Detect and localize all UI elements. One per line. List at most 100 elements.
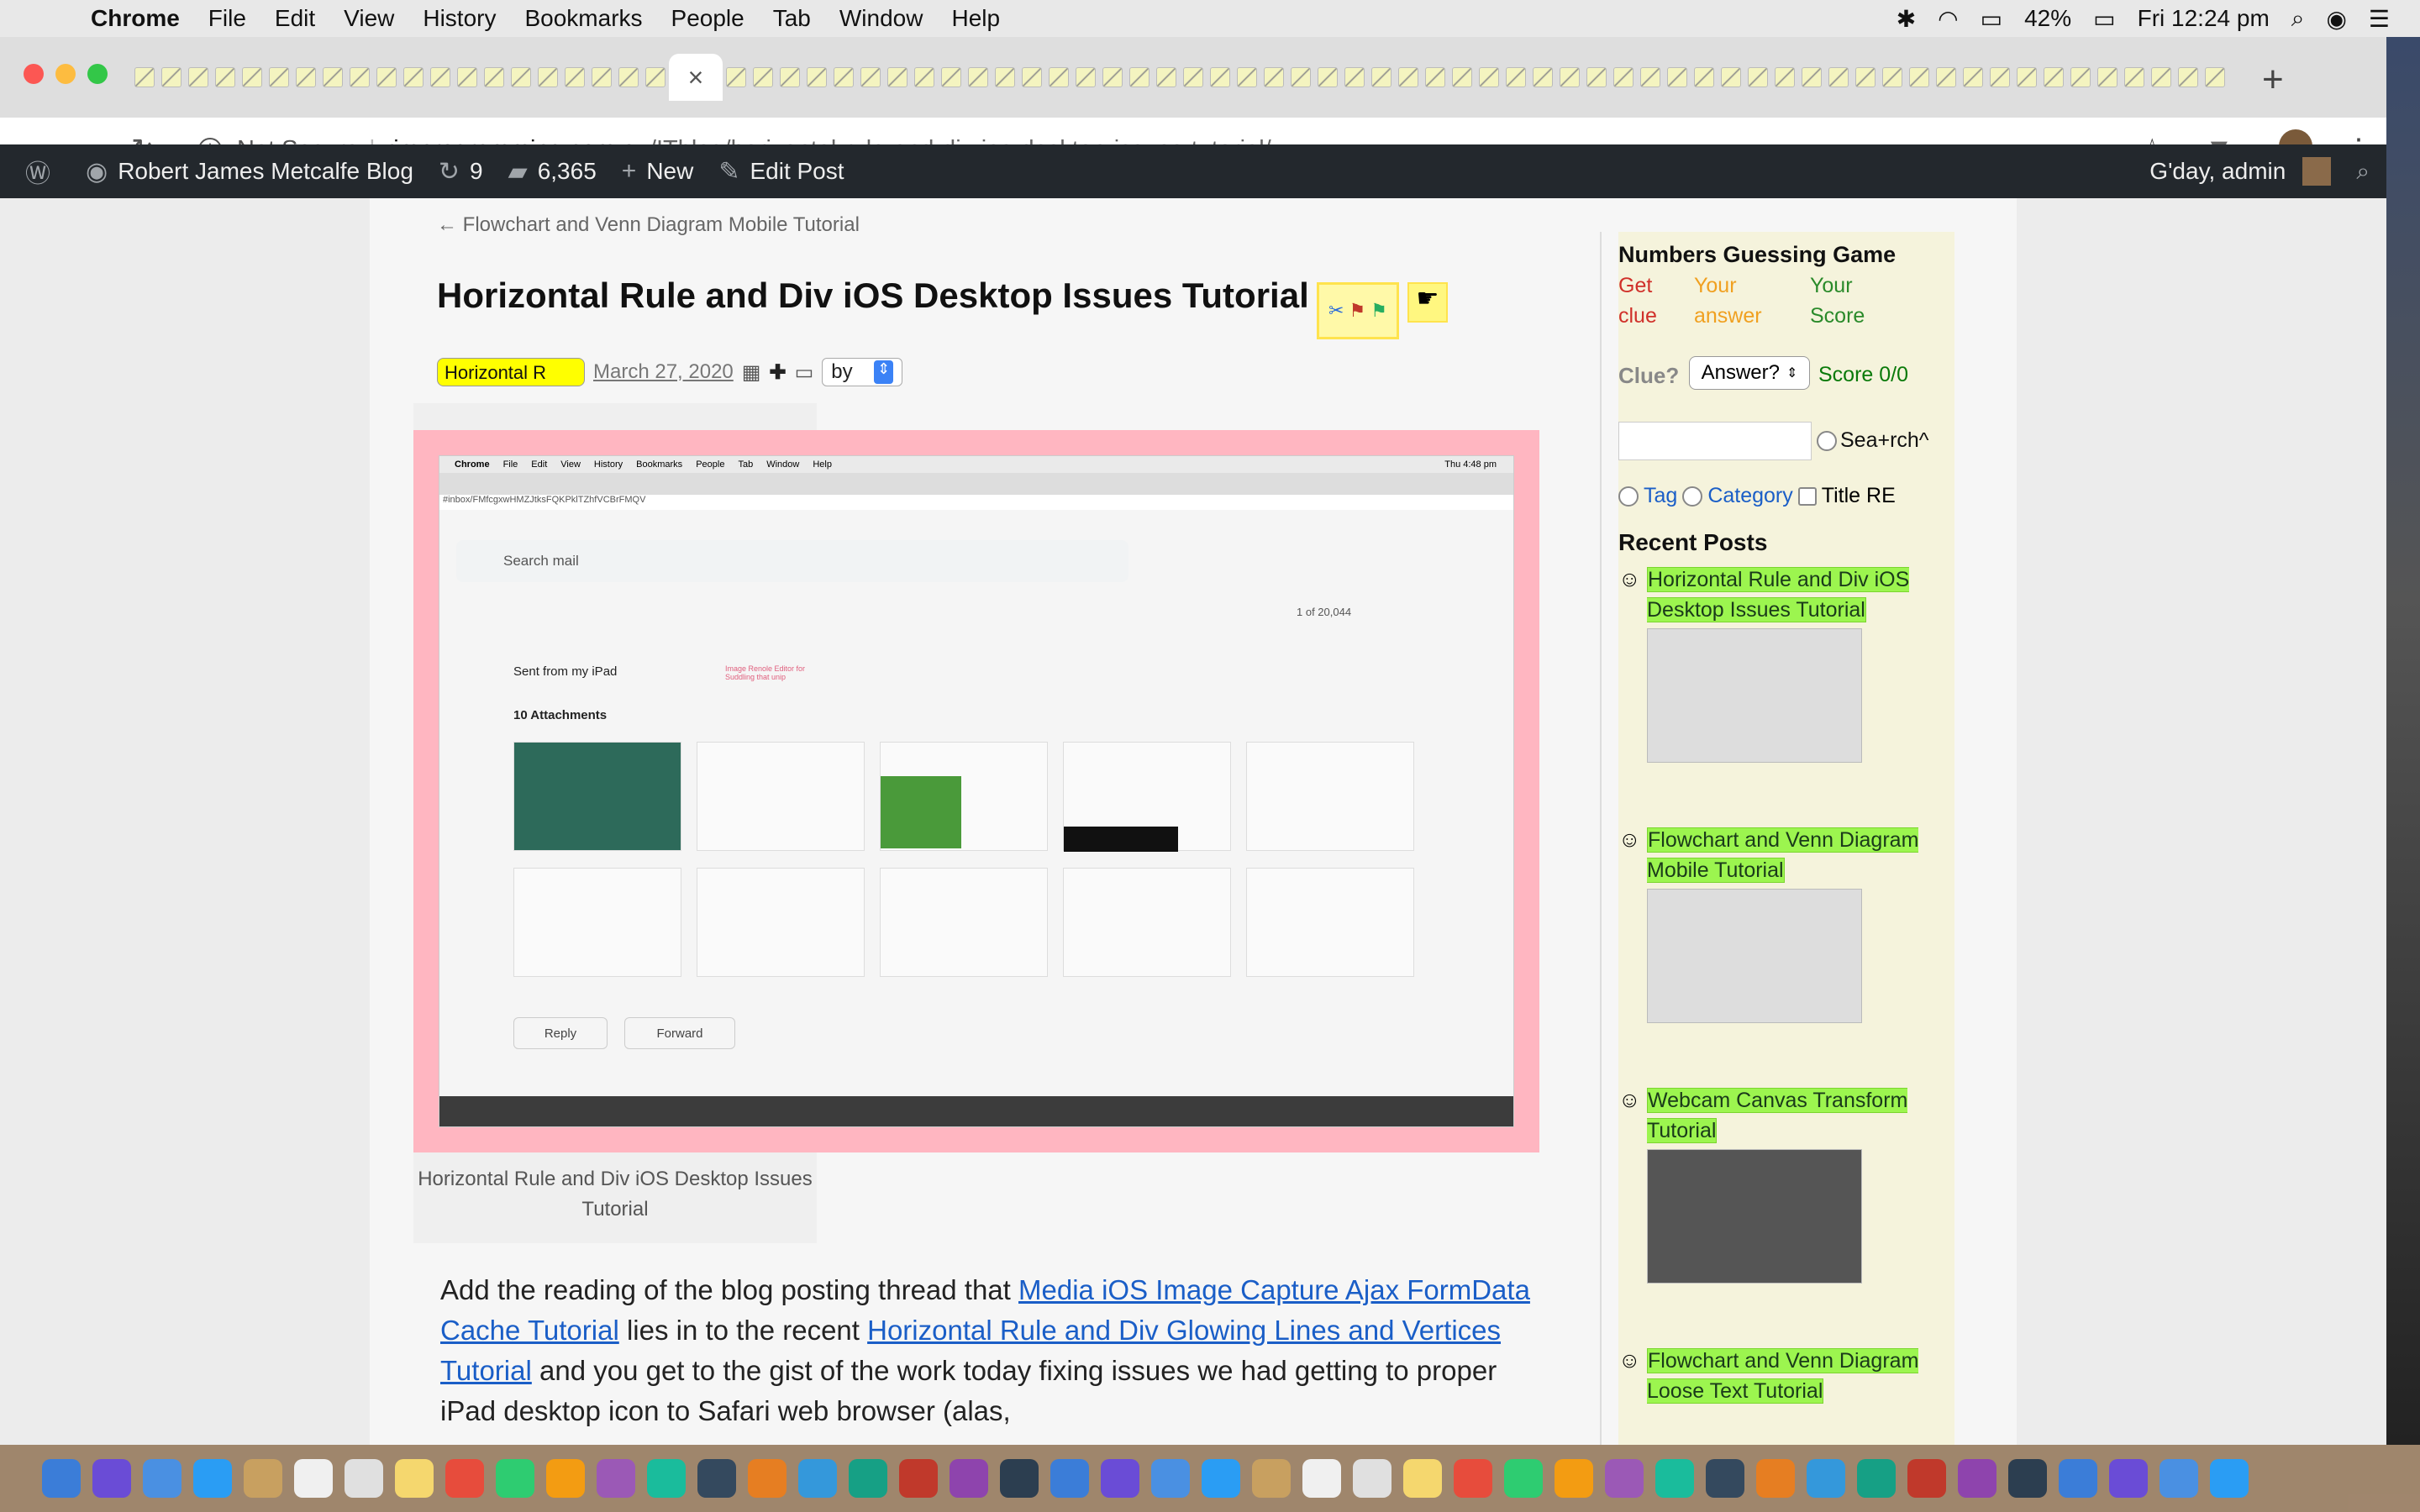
- tab-favicon[interactable]: [834, 67, 854, 87]
- dock-app-icon[interactable]: [1655, 1459, 1694, 1498]
- dock-app-icon[interactable]: [546, 1459, 585, 1498]
- dock-app-icon[interactable]: [294, 1459, 333, 1498]
- dock-app-icon[interactable]: [1555, 1459, 1593, 1498]
- author-select[interactable]: by ⇕: [822, 358, 903, 386]
- search-radio-group[interactable]: Sea+rch^: [1817, 428, 1929, 453]
- dock-app-icon[interactable]: [445, 1459, 484, 1498]
- tab-favicon[interactable]: [188, 67, 208, 87]
- dock-app-icon[interactable]: [1857, 1459, 1896, 1498]
- tab-favicon[interactable]: [2097, 67, 2118, 87]
- dock-app-icon[interactable]: [1454, 1459, 1492, 1498]
- dock-app-icon[interactable]: [244, 1459, 282, 1498]
- tab-favicon[interactable]: [2151, 67, 2171, 87]
- tab-favicon[interactable]: [726, 67, 746, 87]
- dock-app-icon[interactable]: [1252, 1459, 1291, 1498]
- tab-favicon[interactable]: [1748, 67, 1768, 87]
- title-re-checkbox[interactable]: [1797, 486, 1817, 506]
- zoom-window-button[interactable]: [87, 64, 108, 84]
- tab-favicon[interactable]: [645, 67, 666, 87]
- tab-favicon[interactable]: [1344, 67, 1365, 87]
- tab-favicon[interactable]: [403, 67, 424, 87]
- recent-post-thumbnail[interactable]: [1647, 889, 1862, 1023]
- tab-favicon[interactable]: [1129, 67, 1150, 87]
- wp-logo-item[interactable]: Ⓦ: [25, 153, 60, 190]
- menu-history[interactable]: History: [423, 5, 496, 32]
- menu-app-chrome[interactable]: Chrome: [91, 5, 180, 32]
- dock-app-icon[interactable]: [1202, 1459, 1240, 1498]
- dock-app-icon[interactable]: [1907, 1459, 1946, 1498]
- tab-favicon[interactable]: [2205, 67, 2225, 87]
- dock-app-icon[interactable]: [899, 1459, 938, 1498]
- dock-app-icon[interactable]: [647, 1459, 686, 1498]
- dock-app-icon[interactable]: [1050, 1459, 1089, 1498]
- tab-favicon[interactable]: [323, 67, 343, 87]
- search-radio[interactable]: [1817, 430, 1837, 451]
- topic-select[interactable]: Horizontal R: [437, 358, 585, 386]
- close-window-button[interactable]: [24, 64, 44, 84]
- menu-help[interactable]: Help: [951, 5, 1000, 32]
- tab-favicon[interactable]: [2178, 67, 2198, 87]
- tab-favicon[interactable]: [430, 67, 450, 87]
- tag-radio[interactable]: [1618, 486, 1639, 507]
- bluetooth-icon[interactable]: ✱: [1897, 5, 1916, 33]
- tab-favicon[interactable]: [1613, 67, 1634, 87]
- tab-favicon[interactable]: [134, 67, 155, 87]
- menu-tab[interactable]: Tab: [773, 5, 811, 32]
- tab-favicon[interactable]: [242, 67, 262, 87]
- tab-favicon[interactable]: [1291, 67, 1311, 87]
- tab-favicon[interactable]: [1586, 67, 1607, 87]
- dock-app-icon[interactable]: [92, 1459, 131, 1498]
- dock-app-icon[interactable]: [42, 1459, 81, 1498]
- get-clue-link[interactable]: Get clue: [1618, 270, 1657, 331]
- dock-app-icon[interactable]: [849, 1459, 887, 1498]
- dock-app-icon[interactable]: [345, 1459, 383, 1498]
- spotlight-icon[interactable]: ⌕: [2291, 5, 2305, 33]
- tab-favicon[interactable]: [1667, 67, 1687, 87]
- recent-post-title[interactable]: Flowchart and Venn Diagram Loose Text Tu…: [1647, 1346, 1949, 1406]
- dock-app-icon[interactable]: [2008, 1459, 2047, 1498]
- tag-label[interactable]: Tag: [1644, 484, 1677, 508]
- tab-favicon[interactable]: [1452, 67, 1472, 87]
- tab-favicon[interactable]: [592, 67, 612, 87]
- category-label[interactable]: Category: [1707, 484, 1792, 508]
- dock-app-icon[interactable]: [2210, 1459, 2249, 1498]
- tab-favicon[interactable]: [914, 67, 934, 87]
- updates-item[interactable]: ↻ 9: [439, 157, 483, 186]
- tab-favicon[interactable]: [1694, 67, 1714, 87]
- dock-app-icon[interactable]: [1101, 1459, 1139, 1498]
- category-radio[interactable]: [1682, 486, 1703, 507]
- tab-favicon[interactable]: [618, 67, 639, 87]
- tab-favicon[interactable]: [1640, 67, 1660, 87]
- dock-app-icon[interactable]: [1403, 1459, 1442, 1498]
- dock-app-icon[interactable]: [1756, 1459, 1795, 1498]
- tab-favicon[interactable]: [161, 67, 182, 87]
- menu-people[interactable]: People: [671, 5, 744, 32]
- dock-app-icon[interactable]: [1302, 1459, 1341, 1498]
- tab-favicon[interactable]: [1990, 67, 2010, 87]
- tab-favicon[interactable]: [1855, 67, 1876, 87]
- edit-post-item[interactable]: ✎ Edit Post: [718, 157, 844, 186]
- tab-favicon[interactable]: [215, 67, 235, 87]
- search-icon[interactable]: ⌕: [2356, 158, 2370, 186]
- tab-favicon[interactable]: [968, 67, 988, 87]
- menu-view[interactable]: View: [344, 5, 394, 32]
- tab-favicon[interactable]: [1775, 67, 1795, 87]
- recent-post-title[interactable]: Flowchart and Venn Diagram Mobile Tutori…: [1647, 825, 1949, 885]
- dock-app-icon[interactable]: [143, 1459, 182, 1498]
- tab-favicon[interactable]: [941, 67, 961, 87]
- tab-favicon[interactable]: [296, 67, 316, 87]
- tab-favicon[interactable]: [2124, 67, 2144, 87]
- tab-favicon[interactable]: [350, 67, 370, 87]
- new-tab-button[interactable]: +: [2262, 59, 2284, 101]
- menu-bookmarks[interactable]: Bookmarks: [524, 5, 642, 32]
- tab-favicon[interactable]: [1264, 67, 1284, 87]
- tab-favicon[interactable]: [269, 67, 289, 87]
- answer-select[interactable]: Answer? ⇕: [1689, 356, 1810, 390]
- tab-favicon[interactable]: [1909, 67, 1929, 87]
- dock-app-icon[interactable]: [496, 1459, 534, 1498]
- tab-favicon[interactable]: [1022, 67, 1042, 87]
- dock-app-icon[interactable]: [597, 1459, 635, 1498]
- tab-favicon[interactable]: [1506, 67, 1526, 87]
- tab-favicon[interactable]: [1398, 67, 1418, 87]
- tab-favicon[interactable]: [2070, 67, 2091, 87]
